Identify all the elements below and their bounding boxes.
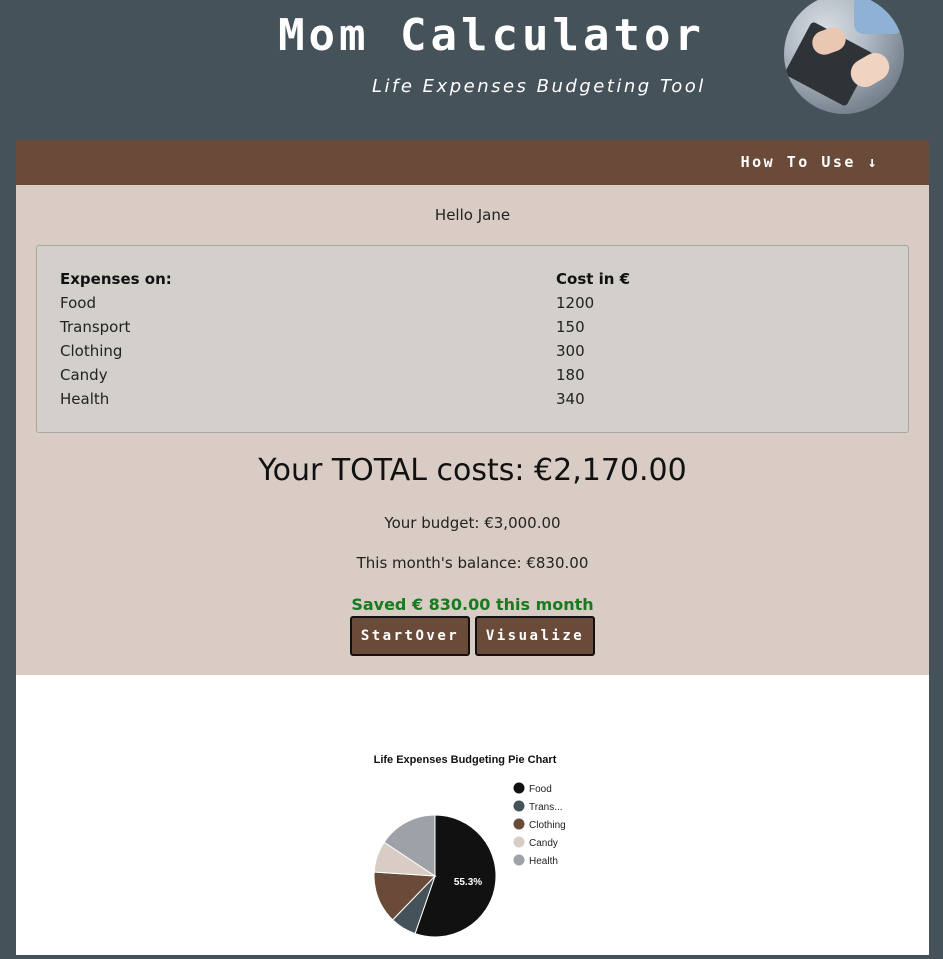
expense-label: Health: [60, 390, 110, 408]
table-row: Health 340: [60, 390, 880, 414]
pie-chart: Life Expenses Budgeting Pie Chart 55.3% …: [373, 754, 566, 938]
legend-label[interactable]: Food: [529, 784, 552, 795]
table-row: Transport 150: [60, 318, 880, 342]
start-over-button[interactable]: StartOver: [350, 616, 470, 656]
balance-text: This month's balance: €830.00: [356, 554, 589, 572]
header-expenses: Expenses on:: [60, 270, 172, 288]
expense-label: Food: [60, 294, 96, 312]
legend-marker: [513, 854, 525, 866]
app-subtitle: Life Expenses Budgeting Tool: [372, 76, 706, 97]
table-row: Food 1200: [60, 294, 880, 318]
chart-legend: Food Trans... Clothing Candy Health: [513, 782, 566, 867]
how-to-use-link[interactable]: How To Use ↓: [741, 153, 879, 171]
table-row: Clothing 300: [60, 342, 880, 366]
calculator-panel: Hello Jane Expenses on: Cost in € Food 1…: [16, 185, 929, 675]
legend-label[interactable]: Health: [529, 856, 558, 867]
legend-marker: [513, 836, 525, 848]
expense-cost: 180: [556, 366, 585, 384]
visualize-button[interactable]: Visualize: [475, 616, 595, 656]
legend-marker: [513, 818, 525, 830]
chart-area: Life Expenses Budgeting Pie Chart 55.3% …: [16, 675, 929, 955]
greeting-text: Hello Jane: [434, 206, 511, 224]
budget-text: Your budget: €3,000.00: [384, 514, 561, 532]
header-photo: [784, 0, 904, 114]
table-header: Expenses on: Cost in €: [60, 270, 880, 294]
slice-percent-label: 55.3%: [454, 877, 482, 888]
expense-label: Clothing: [60, 342, 123, 360]
expense-cost: 300: [556, 342, 585, 360]
legend-label[interactable]: Candy: [529, 838, 558, 849]
expense-cost: 1200: [556, 294, 595, 312]
pie-slices: [373, 814, 497, 938]
total-costs: Your TOTAL costs: €2,170.00: [258, 453, 687, 488]
expense-cost: 340: [556, 390, 585, 408]
saved-message: Saved € 830.00 this month: [351, 595, 594, 614]
expense-label: Transport: [60, 318, 131, 336]
legend-label[interactable]: Trans...: [529, 802, 563, 813]
chart-title: Life Expenses Budgeting Pie Chart: [374, 754, 557, 766]
table-row: Candy 180: [60, 366, 880, 390]
header-cost: Cost in €: [556, 270, 631, 288]
navbar: How To Use ↓: [16, 140, 929, 185]
app-header: Mom Calculator Life Expenses Budgeting T…: [0, 0, 943, 140]
legend-label[interactable]: Clothing: [529, 820, 566, 831]
expense-cost: 150: [556, 318, 585, 336]
expenses-table: Expenses on: Cost in € Food 1200 Transpo…: [36, 245, 909, 433]
expense-label: Candy: [60, 366, 108, 384]
legend-marker: [513, 800, 525, 812]
legend-marker: [513, 782, 525, 794]
